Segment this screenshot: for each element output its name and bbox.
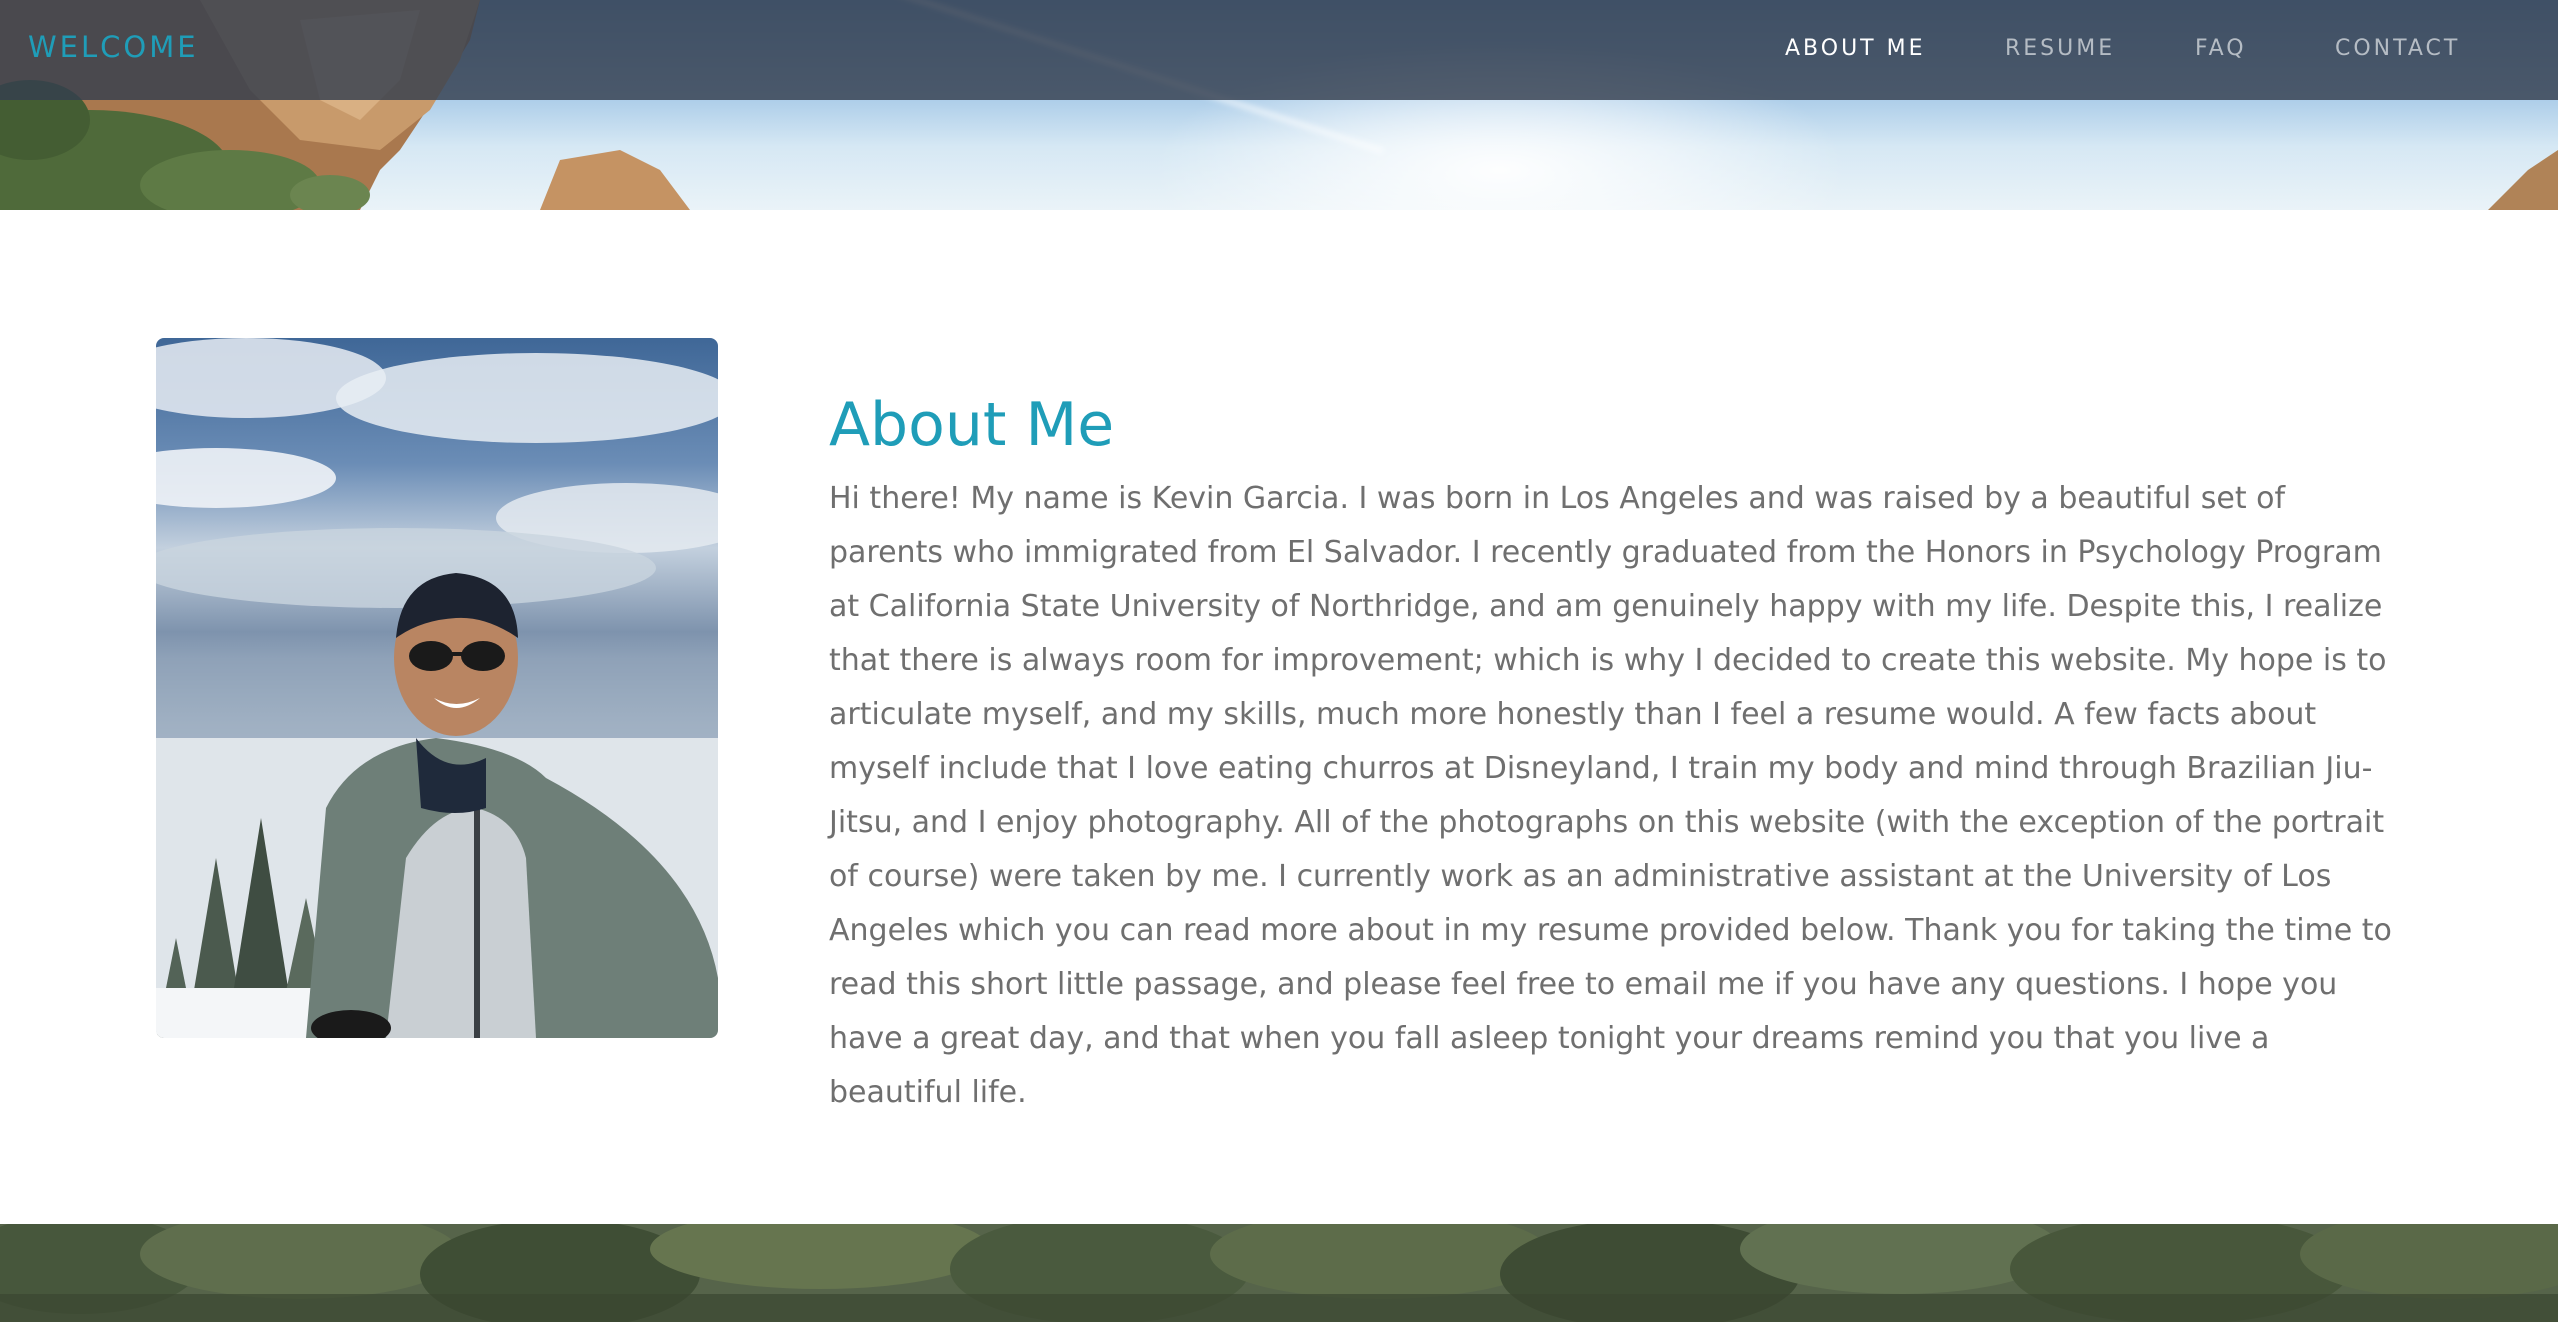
nav-links: ABOUT ME RESUME FAQ CONTACT — [0, 36, 2558, 66]
about-paragraph: Hi there! My name is Kevin Garcia. I was… — [829, 481, 2392, 1110]
top-navbar: WELCOME ABOUT ME RESUME FAQ CONTACT — [0, 0, 2558, 100]
portrait-photo — [156, 338, 718, 1038]
nav-link-contact[interactable]: CONTACT — [2335, 36, 2460, 61]
about-title: About Me — [829, 390, 1115, 460]
nav-link-faq[interactable]: FAQ — [2195, 36, 2247, 61]
nav-link-about-me[interactable]: ABOUT ME — [1785, 36, 1926, 61]
nav-link-resume[interactable]: RESUME — [2005, 36, 2115, 61]
rock-edge-image — [2488, 150, 2558, 210]
forest-photo-band — [0, 1224, 2558, 1322]
